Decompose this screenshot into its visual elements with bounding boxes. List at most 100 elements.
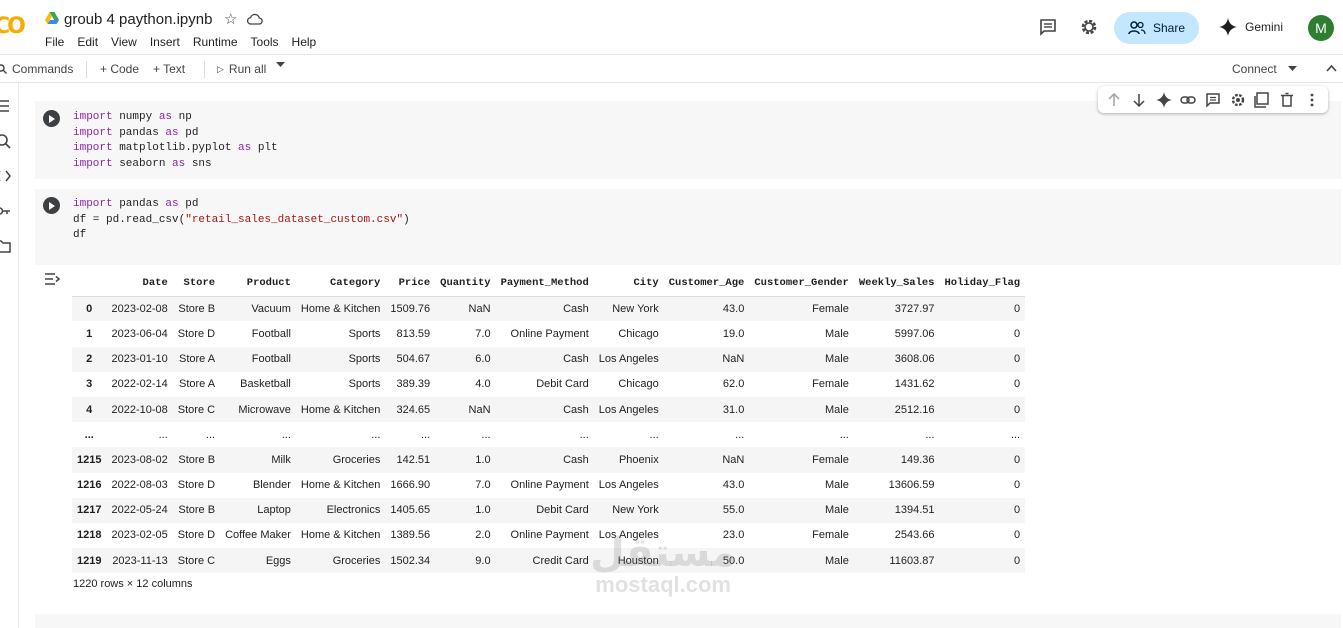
table-cell: 3608.06 [894,353,935,366]
table-cell: 0 [1013,378,1021,391]
table-cell: 0 [1013,504,1021,517]
files-folder-icon[interactable] [0,238,11,254]
share-button[interactable]: Share [1114,12,1199,44]
table-cell: Store C [177,403,216,416]
code-line: import pandas as pd [73,126,278,142]
gemini-button[interactable]: Gemini [1219,18,1283,36]
table-cell: Groceries [332,554,381,567]
column-header: Holiday_Flag [939,271,1026,297]
cloud-saved-icon[interactable] [247,12,263,26]
menu-file[interactable]: File [45,35,64,49]
link-icon[interactable] [1180,92,1197,108]
code-line: import pandas as pd [73,197,410,213]
gemini-sparkle-icon[interactable] [1155,91,1172,108]
table-cell: Houston [617,554,659,567]
table-cell: Groceries [332,453,381,466]
menu-tools[interactable]: Tools [251,35,279,49]
move-cell-down-icon[interactable] [1131,92,1147,108]
commands-button[interactable]: Commands [0,62,73,76]
connect-dropdown-chevron-icon[interactable] [1288,66,1297,72]
menu-view[interactable]: View [111,35,137,49]
star-icon[interactable]: ☆ [224,10,237,28]
secrets-key-icon[interactable] [0,203,11,219]
table-cell: 2023-02-08 [111,303,168,316]
menu-runtime[interactable]: Runtime [193,35,238,49]
add-code-button[interactable]: + Code [100,62,139,76]
code-editor[interactable]: import pandas as pd df = pd.read_csv("ret… [73,197,410,244]
code-keyword: import [73,142,113,154]
table-cell: New York [612,504,659,517]
column-header: Product [220,271,296,297]
code-cell-read-csv[interactable]: import pandas as pd df = pd.read_csv("ret… [35,189,1341,265]
code-token: pd [178,198,199,210]
menu-insert[interactable]: Insert [150,35,180,49]
table-cell: Los Angeles [598,403,659,416]
table-cell: 43.0 [722,479,745,492]
code-token: numpy [112,111,159,123]
table-cell: Store D [177,529,216,542]
table-cell: 1405.65 [390,504,431,517]
code-token: np [172,111,192,123]
table-cell: Store B [178,303,216,316]
table-cell: Store C [177,554,216,567]
table-cell: Cash [563,403,589,416]
table-cell: 6.0 [475,353,491,366]
table-cell: 813.59 [396,327,431,340]
code-line: import matplotlib.pyplot as plt [73,141,278,157]
delete-trash-icon[interactable] [1279,92,1295,108]
run-cell-button[interactable] [43,110,60,127]
collapse-chevron-up-icon[interactable] [1326,64,1337,72]
watermark-latin: mostaql.com [595,572,731,597]
code-editor[interactable]: import numpy as np import pandas as pd imp… [73,110,278,172]
table-row: 2 2023-01-10 Store A Football Sports 504.67 6.… [72,346,1026,372]
table-cell: Female [812,453,849,466]
table-cell: 2023-08-02 [111,453,168,466]
comment-icon[interactable] [1038,17,1058,37]
notebook-title[interactable]: groub 4 paython.ipynb [64,11,212,28]
column-header: Category [295,271,386,297]
table-cell: ... [839,428,849,441]
table-cell: Phoenix [618,453,659,466]
row-index: ... [84,428,94,441]
row-index: 1219 [77,554,102,567]
user-avatar[interactable]: M [1308,15,1334,41]
table-cell: ... [371,428,381,441]
row-index: 1218 [77,529,102,542]
table-cell: Male [825,504,849,517]
mirror-cell-icon[interactable] [1254,91,1270,108]
settings-gear-icon[interactable] [1079,17,1099,37]
settings-gear-icon[interactable] [1230,92,1246,108]
table-cell: Football [251,327,291,340]
run-cell-button[interactable] [43,197,60,214]
more-options-icon[interactable] [1304,92,1320,108]
connect-button[interactable]: Connect [1232,62,1277,76]
table-cell: Online Payment [510,479,589,492]
code-token: pd [178,126,199,139]
move-cell-up-icon[interactable] [1106,92,1122,108]
run-all-button[interactable]: ▷ Run all [217,62,266,76]
menu-edit[interactable]: Edit [77,35,98,49]
table-cell: Cash [563,453,589,466]
google-drive-icon[interactable] [45,12,59,25]
add-text-button[interactable]: + Text [153,62,185,76]
table-cell: 324.65 [396,403,431,416]
code-snippets-icon[interactable] [0,168,11,184]
table-cell: 0 [1013,453,1021,466]
table-cell: 0 [1013,303,1021,316]
colab-logo[interactable]: CO [0,14,26,39]
code-line: import seaborn as sns [73,157,278,173]
comment-icon[interactable] [1205,92,1221,108]
people-icon [1128,21,1146,35]
code-token: pandas [112,126,166,139]
run-all-dropdown-chevron-icon[interactable] [276,62,285,68]
output-actions-icon[interactable] [44,272,60,286]
table-of-contents-icon[interactable] [0,98,11,114]
menu-help[interactable]: Help [292,35,317,49]
table-cell: ... [158,428,168,441]
table-cell: Store B [178,453,216,466]
find-replace-icon[interactable] [0,133,11,149]
table-cell: Chicago [618,327,659,340]
table-cell: Milk [271,453,291,466]
table-cell: 11603.87 [889,554,935,567]
code-keyword: as [165,126,179,139]
